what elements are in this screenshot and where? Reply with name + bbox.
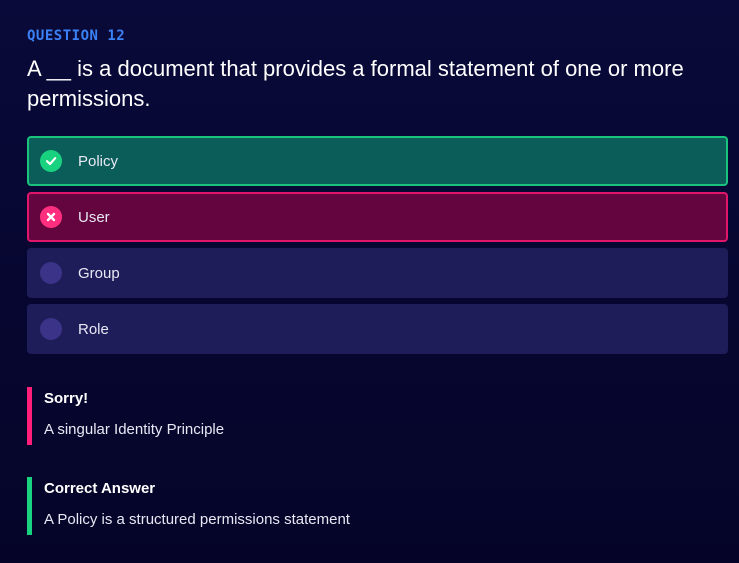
question-text: A __ is a document that provides a forma… [27, 56, 684, 111]
feedback-incorrect-title: Sorry! [44, 390, 89, 407]
option-policy[interactable]: Policy [27, 136, 728, 186]
option-user[interactable]: User [27, 192, 728, 242]
close-icon [40, 206, 62, 228]
option-role[interactable]: Role [27, 304, 728, 354]
question-number: QUESTION 12 [27, 28, 126, 44]
feedback-incorrect-text: A singular Identity Principle [44, 421, 225, 438]
radio-dot-icon [40, 318, 62, 340]
answer-options: Policy User Group Role [27, 136, 728, 360]
feedback-incorrect: Sorry! A singular Identity Principle [27, 387, 644, 445]
option-label: Role [78, 320, 109, 338]
check-icon [40, 150, 62, 172]
feedback-correct: Correct Answer A Policy is a structured … [27, 477, 644, 535]
option-label: User [78, 208, 110, 226]
feedback-correct-text: A Policy is a structured permissions sta… [44, 511, 350, 528]
option-group[interactable]: Group [27, 248, 728, 298]
feedback-correct-title: Correct Answer [44, 480, 156, 497]
option-label: Group [78, 264, 120, 282]
radio-dot-icon [40, 262, 62, 284]
option-label: Policy [78, 152, 119, 170]
